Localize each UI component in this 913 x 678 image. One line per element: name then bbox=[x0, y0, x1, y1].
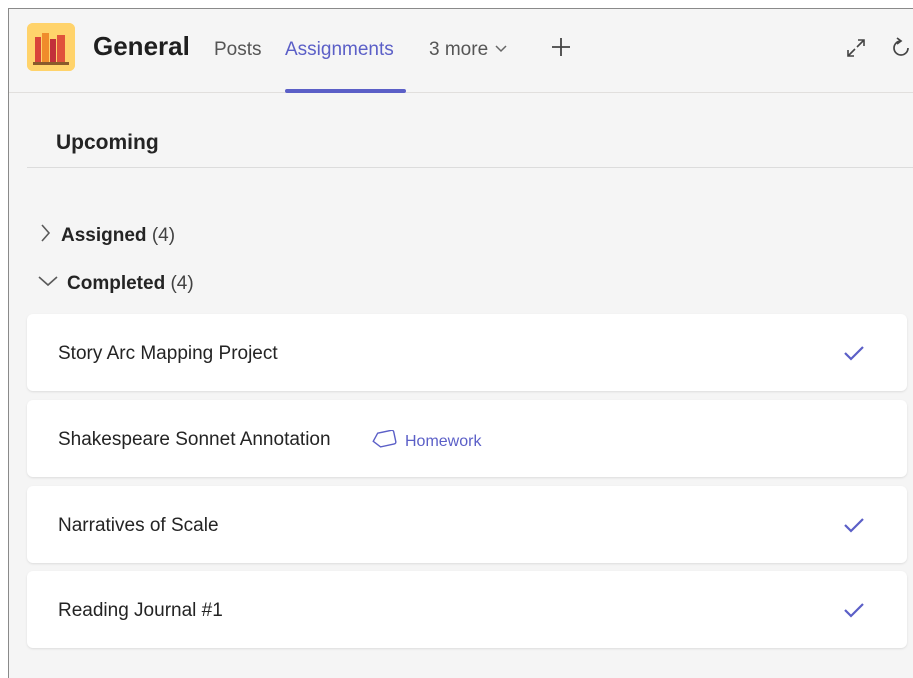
group-name: Assigned bbox=[61, 225, 147, 246]
assignment-card[interactable]: Narratives of Scale bbox=[27, 486, 907, 563]
tab-assignments[interactable]: Assignments bbox=[285, 39, 394, 61]
assigned-group-toggle[interactable]: Assigned (4) bbox=[37, 222, 175, 250]
refresh-icon[interactable] bbox=[889, 36, 913, 60]
tab-posts[interactable]: Posts bbox=[214, 39, 262, 61]
tag-label: Homework bbox=[405, 432, 482, 450]
check-icon bbox=[842, 598, 866, 622]
assignment-title: Shakespeare Sonnet Annotation bbox=[58, 429, 331, 450]
group-name: Completed bbox=[67, 273, 166, 294]
assignment-card[interactable]: Reading Journal #1 bbox=[27, 571, 907, 648]
section-title-upcoming: Upcoming bbox=[56, 131, 159, 154]
expand-icon[interactable] bbox=[844, 36, 868, 60]
team-logo-icon[interactable] bbox=[27, 23, 75, 71]
chevron-down-icon bbox=[37, 273, 59, 295]
chevron-right-icon bbox=[37, 222, 53, 250]
group-count: (4) bbox=[151, 225, 176, 246]
check-icon bbox=[842, 513, 866, 537]
completed-group-toggle[interactable]: Completed (4) bbox=[37, 273, 194, 295]
add-tab-icon[interactable] bbox=[549, 35, 573, 59]
group-count: (4) bbox=[170, 273, 194, 294]
assignment-card[interactable]: Shakespeare Sonnet Annotation Homework bbox=[27, 400, 907, 477]
check-icon bbox=[842, 341, 866, 365]
assignment-title: Reading Journal #1 bbox=[58, 600, 223, 621]
active-tab-indicator bbox=[285, 89, 406, 93]
more-tabs-label: 3 more bbox=[429, 39, 489, 60]
chevron-down-icon bbox=[494, 39, 508, 61]
assignment-title: Narratives of Scale bbox=[58, 515, 219, 536]
tag-icon bbox=[371, 429, 397, 453]
divider bbox=[27, 167, 913, 168]
channel-title: General bbox=[93, 31, 190, 61]
teams-window: General Posts Assignments 3 more Upcomin… bbox=[8, 8, 913, 678]
category-tag[interactable]: Homework bbox=[371, 429, 482, 453]
assignment-title: Story Arc Mapping Project bbox=[58, 343, 278, 364]
assignment-card[interactable]: Story Arc Mapping Project bbox=[27, 314, 907, 391]
tab-more-dropdown[interactable]: 3 more bbox=[429, 39, 508, 61]
channel-header: General Posts Assignments 3 more bbox=[9, 9, 913, 93]
